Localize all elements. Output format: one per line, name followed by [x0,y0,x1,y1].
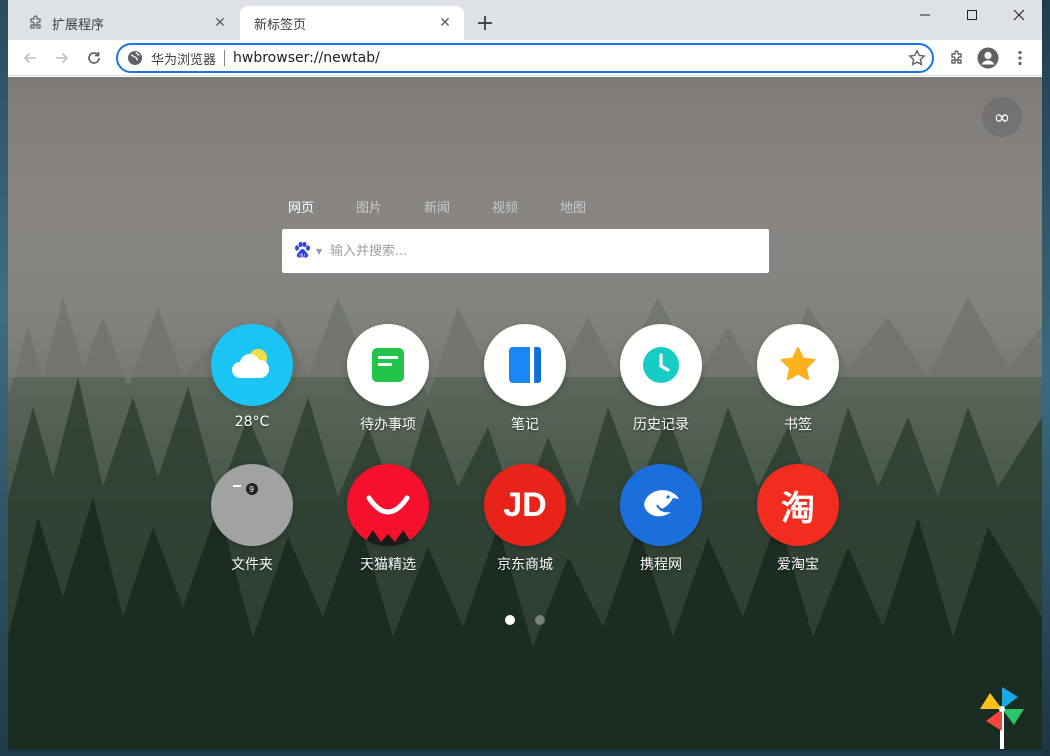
tab-title: 扩展程序 [52,17,105,33]
search-tab-video[interactable]: 视频 [492,197,520,217]
chevron-down-icon: ▼ [316,246,323,256]
new-tab-page: ∞ 网页 图片 新闻 视频 地图 du ▼ 输入并搜索... 28°C 待办事项… [8,77,1042,750]
search-tab-images[interactable]: 图片 [356,197,384,217]
tab-strip: 扩展程序 ✕ 新标签页 ✕ + [8,0,1042,40]
puzzle-icon [951,50,962,64]
infinity-icon: ∞ [993,105,1011,129]
page-dot-active[interactable] [505,615,515,625]
close-window-button[interactable] [996,0,1042,30]
jd-icon: JD [484,464,566,546]
back-arrow-icon [23,52,36,64]
shortcut-bookmarks[interactable]: 书签 [738,324,858,434]
forward-arrow-icon [56,52,69,64]
baidu-paw-icon: du [295,241,310,259]
close-icon[interactable]: ✕ [211,14,229,32]
close-icon[interactable]: ✕ [436,14,454,32]
reload-icon [88,52,100,64]
back-button[interactable] [16,44,44,72]
tab-new-tab[interactable]: 新标签页 ✕ [240,6,464,40]
url-text[interactable]: hwbrowser://newtab/ [233,50,380,66]
shortcut-taobao[interactable]: 淘 爱淘宝 [738,464,858,574]
desktop-background-left [0,0,8,756]
maximize-button[interactable] [949,0,995,30]
minimize-button[interactable] [902,0,948,30]
extensions-button[interactable] [943,44,971,72]
ctrip-dolphin-icon [620,464,702,546]
forward-button[interactable] [48,44,76,72]
history-clock-icon [620,324,702,406]
site-name: 华为浏览器 [151,52,217,68]
shortcut-label: 待办事项 [360,417,416,433]
infinity-menu-button[interactable]: ∞ [982,97,1022,137]
minimize-icon [920,14,930,16]
star-outline-icon [908,49,926,66]
jd-logo-text: JD [503,485,547,524]
profile-button[interactable] [974,44,1002,72]
shortcut-todo[interactable]: 待办事项 [328,324,448,434]
search-tab-maps[interactable]: 地图 [560,197,588,217]
puzzle-icon [28,15,44,31]
search-tab-web[interactable]: 网页 [288,197,316,217]
desktop-background-right [1042,0,1050,756]
globe-icon [128,51,142,65]
weather-icon [211,324,293,406]
search-category-tabs: 网页 图片 新闻 视频 地图 [288,197,628,217]
page-indicator [505,615,565,625]
search-input[interactable] [330,243,730,259]
shortcut-folder[interactable]: 9 文件夹 [192,464,312,574]
more-vertical-icon [1018,50,1022,66]
shortcut-label: 爱淘宝 [777,557,819,573]
shortcut-label: 笔记 [511,417,539,433]
new-tab-button[interactable]: + [473,11,497,36]
shortcut-history[interactable]: 历史记录 [601,324,721,434]
close-icon [1013,9,1025,21]
shortcut-label: 28°C [234,414,270,430]
browser-window: 扩展程序 ✕ 新标签页 ✕ + 华为浏览器 hwbrowser://newtab… [8,0,1042,750]
shortcut-label: 携程网 [640,557,682,573]
page-dot[interactable] [535,615,545,625]
shortcut-ctrip[interactable]: 携程网 [601,464,721,574]
bookmark-star-button[interactable] [903,44,931,72]
bookmark-star-icon [757,324,839,406]
search-box: du ▼ [282,229,769,273]
shortcut-label: 京东商城 [497,557,553,573]
svg-text:9: 9 [249,485,254,494]
todo-icon [347,324,429,406]
toolbar: 华为浏览器 hwbrowser://newtab/ [8,40,1042,76]
shortcut-label: 历史记录 [633,417,689,433]
maximize-icon [967,10,977,20]
shortcut-label: 书签 [784,417,812,433]
search-tab-news[interactable]: 新闻 [424,197,452,217]
windmill-logo-icon [980,687,1024,749]
address-bar[interactable]: 华为浏览器 hwbrowser://newtab/ [116,43,934,73]
menu-button[interactable] [1006,44,1034,72]
avatar-icon [977,47,999,69]
shortcut-tmall[interactable]: 天猫精选 [328,464,448,574]
divider [224,50,226,66]
taobao-icon: 淘 [757,464,839,546]
notes-icon [484,324,566,406]
search-engine-selector[interactable]: du ▼ [282,241,330,261]
shortcut-notes[interactable]: 笔记 [465,324,585,434]
shortcut-label: 文件夹 [231,557,273,573]
tab-extensions[interactable]: 扩展程序 ✕ [14,6,239,40]
shortcut-label: 天猫精选 [360,557,416,573]
tmall-icon [347,464,429,546]
shortcut-jd[interactable]: JD 京东商城 [465,464,585,574]
shortcut-weather[interactable]: 28°C [192,324,312,430]
folder-icon: 9 [211,464,293,546]
svg-text:du: du [299,253,305,259]
tab-title: 新标签页 [254,17,307,33]
site-chip[interactable]: 华为浏览器 [127,49,216,68]
reload-button[interactable] [80,44,108,72]
taobao-logo-text: 淘 [781,488,815,529]
